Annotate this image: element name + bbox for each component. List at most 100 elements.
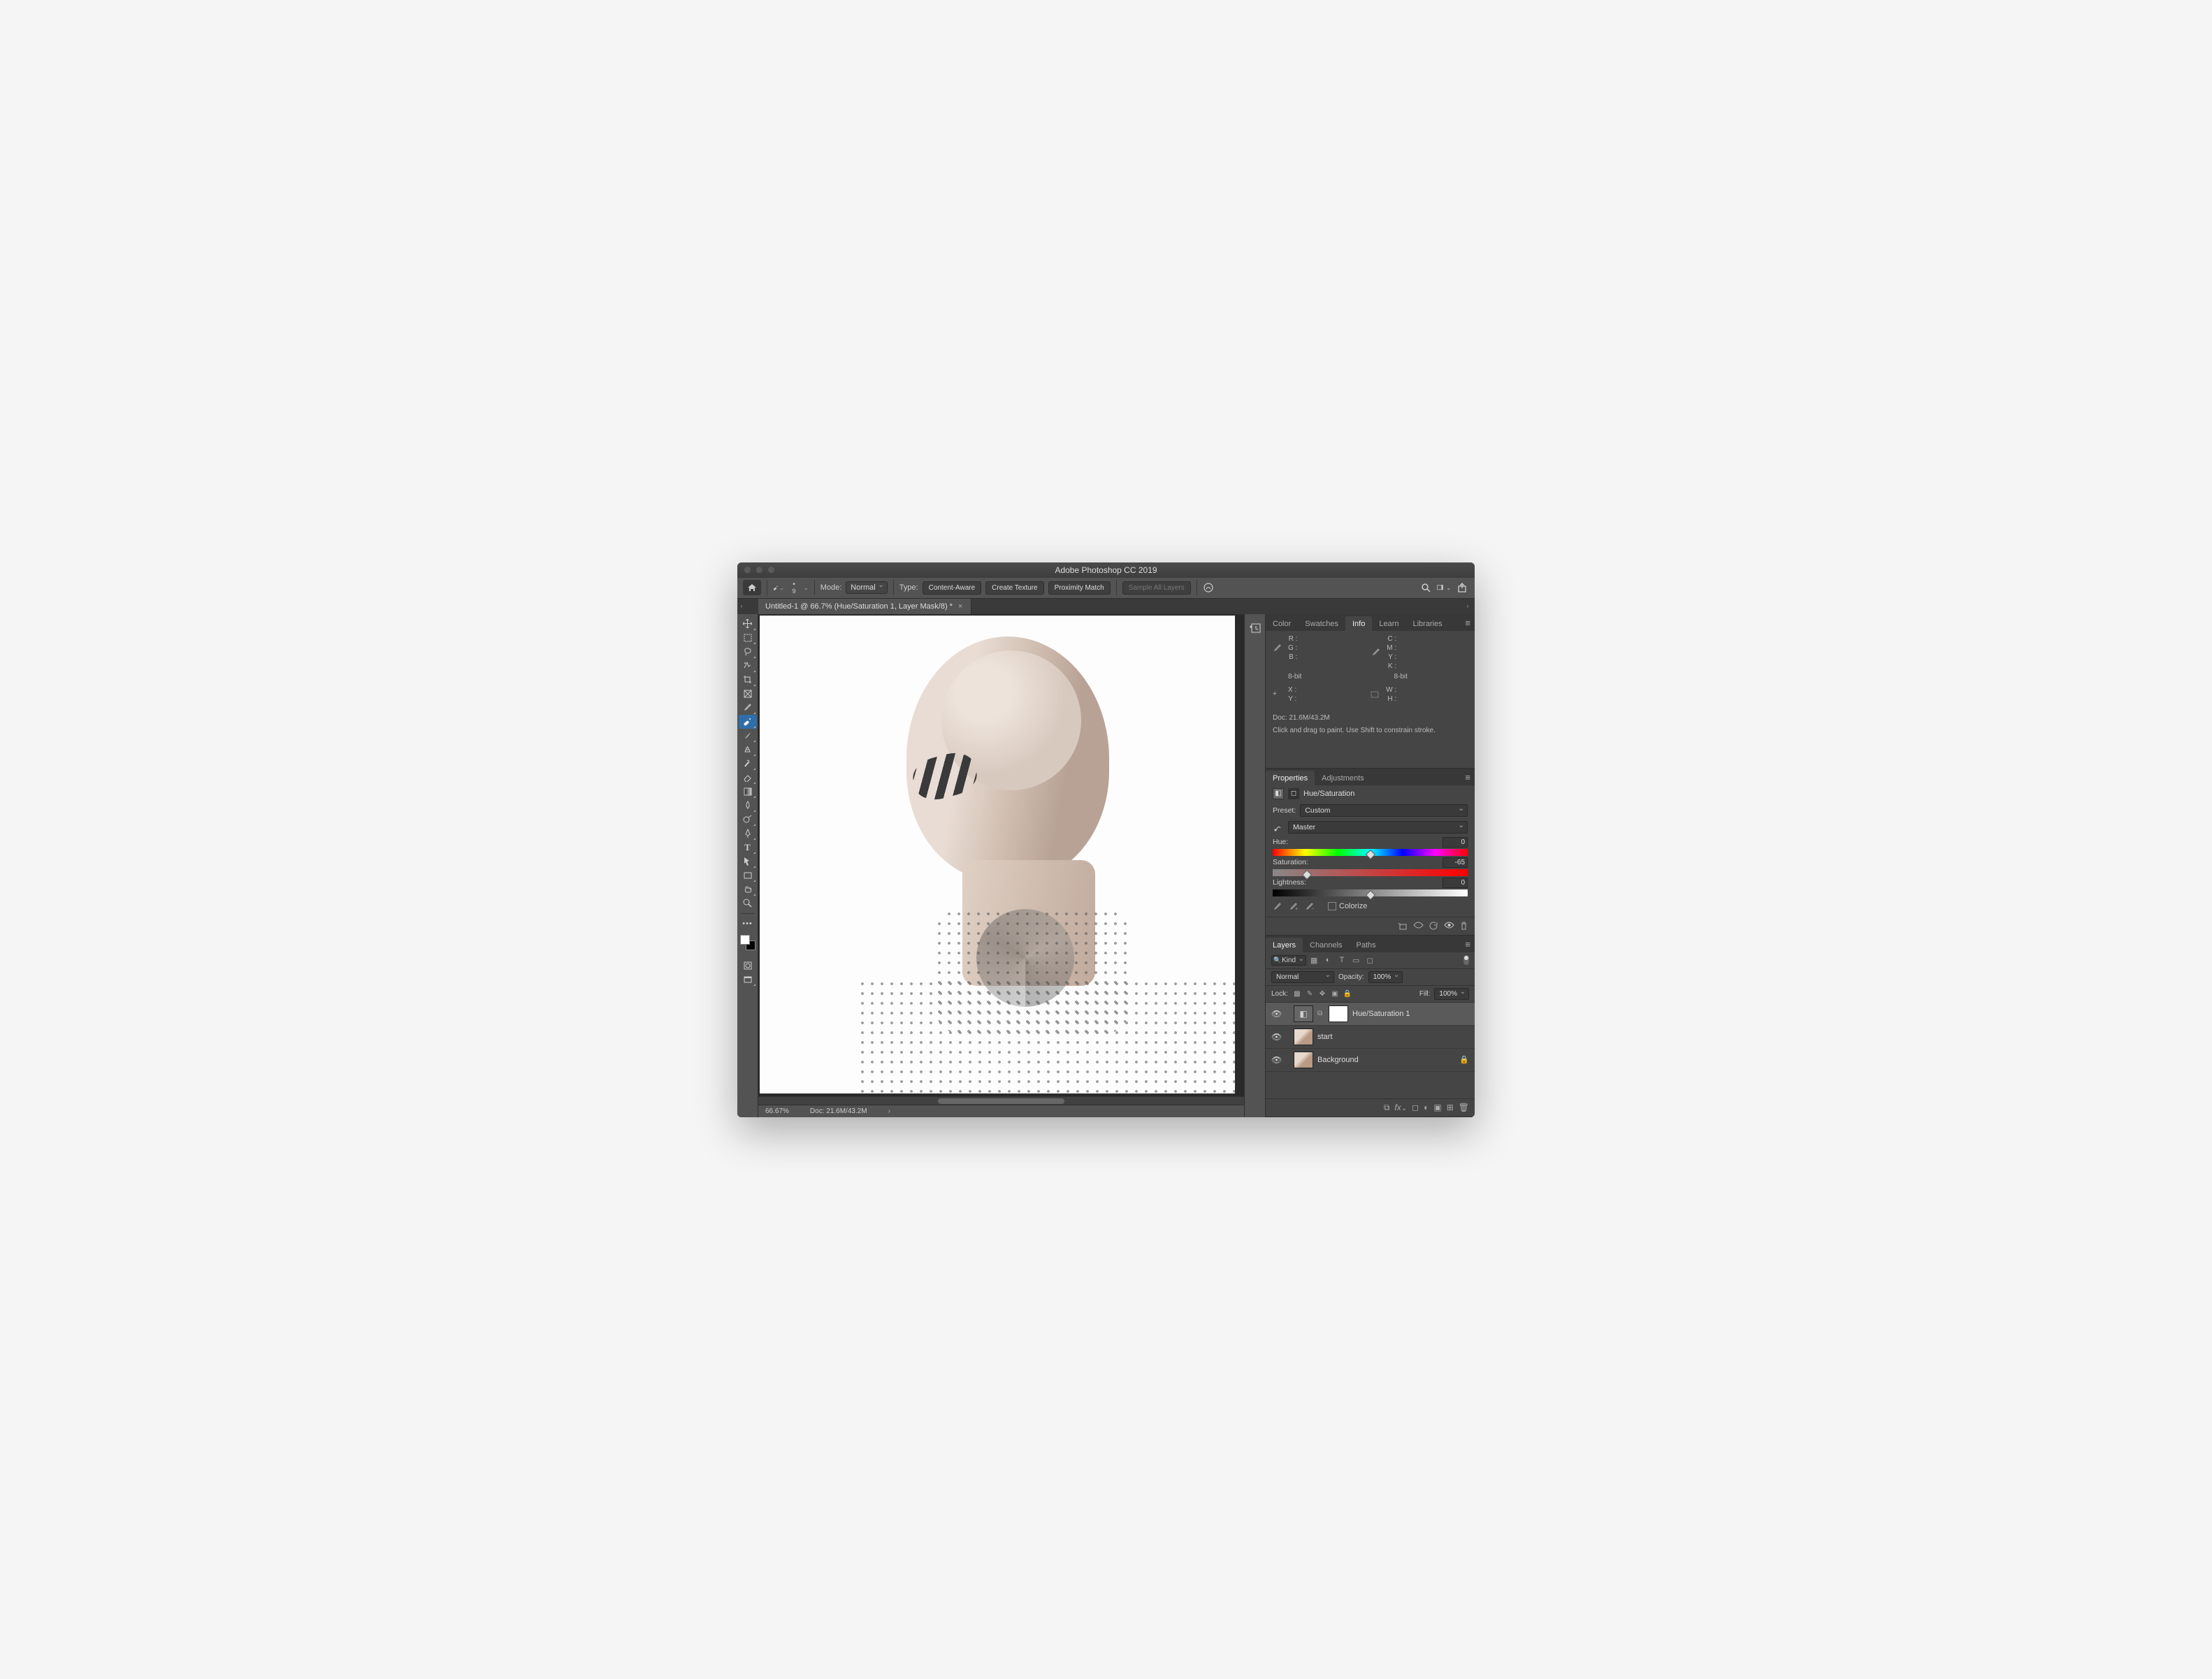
brush-preset-picker[interactable]: • 9 [788, 582, 800, 593]
path-selection-tool[interactable] [739, 855, 757, 868]
filter-adjustment-icon[interactable]: ◐ [1323, 955, 1333, 965]
add-mask-icon[interactable]: ◻ [1412, 1103, 1419, 1113]
tab-swatches[interactable]: Swatches [1298, 616, 1345, 631]
healing-brush-tool[interactable] [739, 715, 757, 729]
eraser-tool[interactable] [739, 771, 757, 785]
expand-panels-left[interactable]: › [737, 603, 746, 609]
lightness-slider[interactable] [1273, 889, 1468, 896]
frame-tool[interactable] [739, 687, 757, 701]
toggle-visibility-icon[interactable] [1444, 922, 1454, 931]
hue-value[interactable] [1443, 837, 1468, 848]
layer-fx-icon[interactable]: fx⌄ [1394, 1103, 1407, 1113]
zoom-tool[interactable] [739, 896, 757, 910]
filter-pixel-icon[interactable]: ▦ [1309, 955, 1319, 965]
tab-properties[interactable]: Properties [1266, 771, 1315, 785]
lightness-value[interactable] [1443, 878, 1468, 888]
panel-menu-icon[interactable]: ≡ [1461, 936, 1475, 952]
minimize-window-icon[interactable] [756, 566, 763, 574]
new-layer-icon[interactable]: ⊞ [1447, 1103, 1454, 1113]
quick-mask-icon[interactable] [739, 959, 757, 973]
lock-artboard-icon[interactable]: ▣ [1330, 989, 1340, 998]
screen-mode-icon[interactable] [739, 973, 757, 987]
tab-adjustments[interactable]: Adjustments [1315, 771, 1371, 785]
layer-thumbnail[interactable] [1294, 1052, 1313, 1068]
eyedropper-tool[interactable] [739, 701, 757, 715]
type-tool[interactable]: T [739, 841, 757, 855]
filter-smart-icon[interactable]: ◻ [1365, 955, 1375, 965]
pen-tool[interactable] [739, 827, 757, 841]
history-panel-icon[interactable] [1247, 620, 1264, 637]
mask-link-icon[interactable]: ⧉ [1317, 1010, 1324, 1017]
clip-to-layer-icon[interactable] [1398, 922, 1408, 931]
preset-select[interactable]: Custom [1300, 804, 1468, 817]
reset-icon[interactable] [1429, 922, 1438, 931]
tab-learn[interactable]: Learn [1372, 616, 1405, 631]
layer-filter-select[interactable]: Kind [1271, 955, 1306, 966]
new-adjustment-icon[interactable]: ◐ [1424, 1103, 1429, 1113]
eyedropper-add-icon[interactable]: + [1289, 902, 1298, 911]
filter-type-icon[interactable]: T [1337, 955, 1347, 965]
lock-transparency-icon[interactable]: ▩ [1292, 989, 1302, 998]
blur-tool[interactable] [739, 799, 757, 813]
tab-channels[interactable]: Channels [1303, 938, 1349, 952]
visibility-toggle-icon[interactable]: 👁 [1271, 1055, 1281, 1065]
edit-toolbar-icon[interactable]: ••• [739, 917, 757, 931]
quick-selection-tool[interactable] [739, 659, 757, 673]
document-tab[interactable]: Untitled-1 @ 66.7% (Hue/Saturation 1, La… [758, 599, 971, 614]
content-aware-button[interactable]: Content-Aware [923, 581, 982, 595]
eyedropper-set-icon[interactable] [1273, 902, 1282, 911]
eyedropper-subtract-icon[interactable]: − [1305, 902, 1314, 911]
channel-select[interactable]: Master [1288, 821, 1468, 834]
visibility-toggle-icon[interactable]: 👁 [1271, 1032, 1281, 1042]
link-layers-icon[interactable]: ⧉ [1384, 1103, 1390, 1113]
layer-item[interactable]: 👁 Background 🔒 [1266, 1049, 1475, 1072]
zoom-level[interactable]: 66.67% [765, 1107, 789, 1115]
filter-shape-icon[interactable]: ▭ [1351, 955, 1361, 965]
rectangle-tool[interactable] [739, 868, 757, 882]
share-icon[interactable] [1455, 581, 1469, 595]
search-icon[interactable] [1419, 581, 1433, 595]
delete-adjustment-icon[interactable] [1460, 922, 1468, 931]
filter-toggle[interactable] [1463, 955, 1469, 965]
blend-mode-select[interactable]: Normal [846, 581, 887, 594]
colorize-checkbox[interactable]: Colorize [1328, 902, 1367, 910]
workspace-switcher-icon[interactable]: ⌄ [1437, 581, 1451, 595]
pressure-icon[interactable] [1203, 582, 1214, 593]
create-texture-button[interactable]: Create Texture [985, 581, 1043, 595]
crop-tool[interactable] [739, 673, 757, 687]
document-canvas[interactable] [760, 616, 1235, 1093]
hand-tool[interactable] [739, 882, 757, 896]
sample-all-layers-checkbox[interactable]: Sample All Layers [1122, 581, 1191, 595]
tab-libraries[interactable]: Libraries [1406, 616, 1450, 631]
gradient-tool[interactable] [739, 785, 757, 799]
layer-opacity[interactable]: 100% [1368, 971, 1403, 983]
new-group-icon[interactable]: ▣ [1433, 1103, 1441, 1113]
healing-brush-tool-icon[interactable]: ⌄ [773, 582, 784, 593]
lock-all-icon[interactable]: 🔒 [1343, 989, 1352, 998]
saturation-slider[interactable] [1273, 869, 1468, 876]
adjustment-thumbnail[interactable]: ◧ [1294, 1005, 1313, 1022]
panel-menu-icon[interactable]: ≡ [1461, 769, 1475, 785]
saturation-value[interactable] [1443, 857, 1468, 868]
mask-thumbnail[interactable] [1329, 1005, 1348, 1022]
hue-slider[interactable] [1273, 849, 1468, 856]
clone-stamp-tool[interactable] [739, 743, 757, 757]
status-menu[interactable]: › [888, 1107, 890, 1115]
layer-item[interactable]: 👁 start [1266, 1026, 1475, 1049]
dodge-tool[interactable] [739, 813, 757, 827]
layer-item[interactable]: 👁 ◧ ⧉ Hue/Saturation 1 [1266, 1003, 1475, 1026]
targeted-adjust-icon[interactable] [1273, 822, 1284, 832]
lock-position-icon[interactable]: ✥ [1317, 989, 1327, 998]
layer-thumbnail[interactable] [1294, 1029, 1313, 1045]
proximity-match-button[interactable]: Proximity Match [1048, 581, 1111, 595]
move-tool[interactable] [739, 617, 757, 631]
zoom-window-icon[interactable] [767, 566, 775, 574]
tab-info[interactable]: Info [1345, 616, 1372, 631]
visibility-toggle-icon[interactable]: 👁 [1271, 1009, 1281, 1019]
mask-icon[interactable]: ◻ [1288, 788, 1299, 799]
delete-layer-icon[interactable]: 🗑 [1459, 1103, 1469, 1113]
tab-layers[interactable]: Layers [1266, 938, 1303, 952]
layer-blend-mode[interactable]: Normal [1271, 971, 1334, 983]
horizontal-scrollbar[interactable] [758, 1096, 1244, 1105]
brush-size-dropdown[interactable]: ⌄ [804, 585, 809, 591]
